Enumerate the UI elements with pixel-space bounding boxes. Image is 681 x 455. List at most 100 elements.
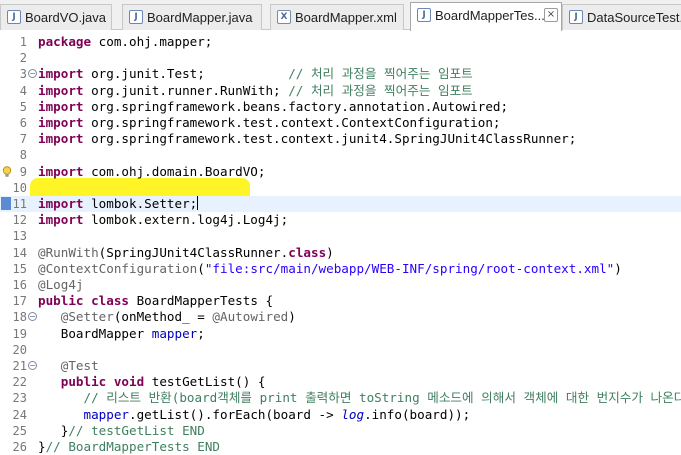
code-text: import lombok.Setter; (38, 196, 198, 212)
code-text: }// BoardMapperTests END (38, 439, 220, 455)
line-number: 13 (0, 228, 27, 244)
code-token: log (341, 407, 364, 422)
collapse-fold-icon[interactable]: − (28, 361, 37, 370)
code-token: @ContextConfiguration (38, 261, 197, 276)
java-file-icon: J (129, 10, 143, 24)
code-text: @ContextConfiguration("file:src/main/web… (38, 261, 622, 277)
code-text: BoardMapper mapper; (38, 326, 205, 342)
code-token: BoardMapperTests { (129, 293, 273, 308)
code-token: // testGetList END (68, 423, 204, 438)
line-number: 26 (0, 439, 27, 455)
code-text: public void testGetList() { (38, 374, 266, 390)
code-text: import com.ohj.domain.BoardVO; (38, 164, 265, 180)
line-number: 21 (0, 358, 27, 374)
code-token (38, 358, 61, 373)
code-token: org.junit.runner.RunWith; (84, 83, 289, 98)
code-token: import (38, 115, 84, 130)
code-line[interactable]: 23 // 리스트 반환(board객체를 print 출력하면 toStrin… (0, 390, 681, 406)
code-token (106, 374, 114, 389)
tab-datasourcetest-java[interactable]: J DataSourceTest... (562, 4, 681, 30)
code-token: (onMethod_ = (114, 309, 213, 324)
code-text: import lombok.extern.log4j.Log4j; (38, 212, 288, 228)
code-line[interactable]: 14 @RunWith(SpringJUnit4ClassRunner.class… (0, 245, 681, 261)
code-token: @Autowired (212, 309, 288, 324)
code-line[interactable]: 2 (0, 50, 681, 66)
editor-tab-bar: J BoardVO.java J BoardMapper.java X Boar… (0, 0, 681, 30)
code-token (38, 407, 84, 422)
line-number: 16 (0, 277, 27, 293)
code-text: public class BoardMapperTests { (38, 293, 273, 309)
line-number: 2 (0, 50, 27, 66)
tab-boardvo-java[interactable]: J BoardVO.java (0, 4, 112, 30)
tab-label: BoardVO.java (25, 10, 106, 25)
code-line[interactable]: 5import org.springframework.beans.factor… (0, 99, 681, 115)
code-token: } (38, 439, 46, 454)
code-token (38, 374, 61, 389)
quick-fix-lightbulb-icon[interactable] (2, 166, 12, 178)
code-token: import (38, 66, 84, 81)
code-line[interactable]: 8 (0, 147, 681, 163)
code-line[interactable]: 19 BoardMapper mapper; (0, 326, 681, 342)
code-token: @Setter (61, 309, 114, 324)
code-token: lombok.Setter; (84, 196, 198, 211)
line-number: 15 (0, 261, 27, 277)
code-token: @Test (61, 358, 99, 373)
code-line[interactable]: 3−import org.junit.Test; // 처리 과정을 찍어주는 … (0, 66, 681, 82)
close-tab-icon[interactable]: × (544, 8, 558, 22)
code-token: // 처리 과정을 찍어주는 임포트 (288, 66, 473, 81)
code-token: ; (197, 326, 205, 341)
code-token: com.ohj.domain.BoardVO; (84, 164, 266, 179)
tab-label: BoardMapper.xml (295, 10, 397, 25)
code-token (84, 293, 92, 308)
code-token: mapper (84, 407, 130, 422)
code-line[interactable]: 21− @Test (0, 358, 681, 374)
code-line[interactable]: 17 public class BoardMapperTests { (0, 293, 681, 309)
code-line[interactable]: 13 (0, 228, 681, 244)
code-token: ) (288, 309, 296, 324)
line-number: 14 (0, 245, 27, 261)
code-token: ( (197, 261, 205, 276)
code-text: @Setter(onMethod_ = @Autowired) (38, 309, 296, 325)
line-number: 17 (0, 293, 27, 309)
code-token: (SpringJUnit4ClassRunner. (99, 245, 289, 260)
code-line[interactable]: 10 (0, 180, 681, 196)
xml-file-icon: X (277, 10, 291, 24)
code-token: org.springframework.beans.factory.annota… (84, 99, 509, 114)
code-token: void (114, 374, 144, 389)
code-line[interactable]: 7import org.springframework.test.context… (0, 131, 681, 147)
collapse-fold-icon[interactable]: − (28, 69, 37, 78)
code-line[interactable]: 9import com.ohj.domain.BoardVO; (0, 164, 681, 180)
code-line[interactable]: 24 mapper.getList().forEach(board -> log… (0, 407, 681, 423)
code-token: // 리스트 반환(board객체를 print 출력하면 toString 메… (84, 390, 681, 405)
code-line[interactable]: 6import org.springframework.test.context… (0, 115, 681, 131)
tab-boardmapper-java[interactable]: J BoardMapper.java (122, 4, 262, 30)
code-line[interactable]: 22 public void testGetList() { (0, 374, 681, 390)
tab-label: BoardMapper.java (147, 10, 253, 25)
code-text: @RunWith(SpringJUnit4ClassRunner.class) (38, 245, 334, 261)
code-editor[interactable]: 1package com.ohj.mapper;23−import org.ju… (0, 31, 681, 434)
line-number: 3 (0, 66, 27, 82)
code-line[interactable]: 11import lombok.Setter; (0, 196, 681, 212)
code-line[interactable]: 25 }// testGetList END (0, 423, 681, 439)
code-token: org.springframework.test.context.junit4.… (84, 131, 577, 146)
code-token: @RunWith (38, 245, 99, 260)
code-text: import org.junit.Test; // 처리 과정을 찍어주는 임포… (38, 66, 473, 82)
code-token: import (38, 212, 84, 227)
code-token: .info(board)); (364, 407, 470, 422)
tab-boardmapper-xml[interactable]: X BoardMapper.xml (270, 4, 404, 30)
code-token: org.springframework.test.context.Context… (84, 115, 501, 130)
code-line[interactable]: 12import lombok.extern.log4j.Log4j; (0, 212, 681, 228)
code-line[interactable]: 1package com.ohj.mapper; (0, 34, 681, 50)
tab-boardmappertests-java[interactable]: J BoardMapperTes... × (410, 2, 562, 31)
collapse-fold-icon[interactable]: − (28, 312, 37, 321)
code-token: ) (614, 261, 622, 276)
code-line[interactable]: 15 @ContextConfiguration("file:src/main/w… (0, 261, 681, 277)
code-text: @Test (38, 358, 99, 374)
line-number: 7 (0, 131, 27, 147)
code-line[interactable]: 18− @Setter(onMethod_ = @Autowired) (0, 309, 681, 325)
code-line[interactable]: 20 (0, 342, 681, 358)
code-token: public (38, 293, 84, 308)
code-line[interactable]: 26 }// BoardMapperTests END (0, 439, 681, 455)
code-line[interactable]: 16@Log4j (0, 277, 681, 293)
code-line[interactable]: 4import org.junit.runner.RunWith; // 처리 … (0, 83, 681, 99)
